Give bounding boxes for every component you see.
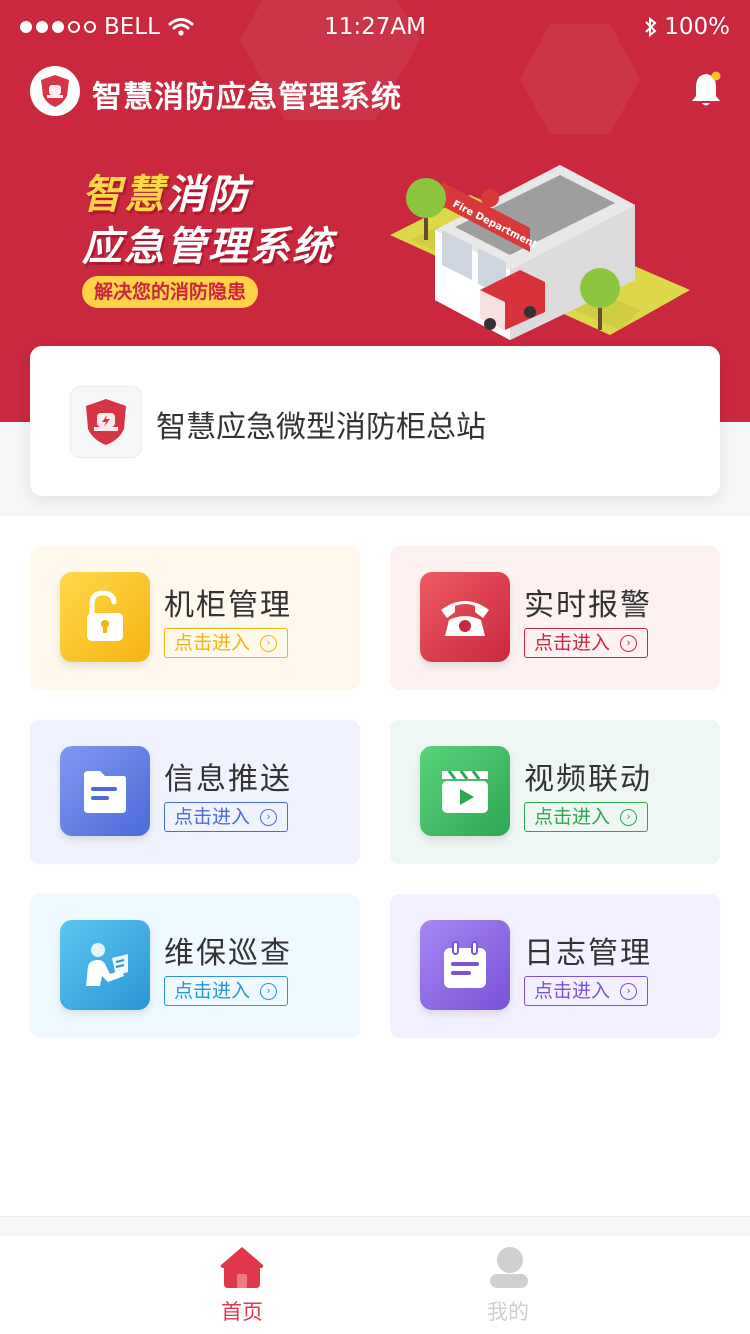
chevron-right-icon: › xyxy=(260,808,278,826)
tile-title: 机柜管理 xyxy=(164,588,292,623)
banner-title-highlight: 智慧 xyxy=(82,172,166,218)
station-card[interactable]: 智慧应急微型消防柜总站 xyxy=(30,346,720,496)
tile-realtime-alarm[interactable]: 实时报警 点击进入 › xyxy=(390,546,720,690)
enter-button-label: 点击进入 xyxy=(174,805,251,828)
chevron-right-icon: › xyxy=(260,634,278,652)
station-icon-box xyxy=(70,386,142,458)
chevron-right-icon: › xyxy=(620,634,638,652)
shield-icon xyxy=(86,399,126,445)
tile-title: 视频联动 xyxy=(524,762,652,797)
calendar-log-icon xyxy=(420,920,510,1010)
fire-station-illustration: Fire Department xyxy=(390,165,690,340)
enter-button[interactable]: 点击进入 › xyxy=(524,628,648,658)
bluetooth-icon xyxy=(645,16,657,38)
home-icon xyxy=(220,1247,264,1288)
tile-cabinet-management[interactable]: 机柜管理 点击进入 › xyxy=(30,546,360,690)
tile-info-push[interactable]: 信息推送 点击进入 › xyxy=(30,720,360,864)
station-name: 智慧应急微型消防柜总站 xyxy=(156,410,486,445)
tile-title: 维保巡查 xyxy=(164,936,292,971)
bottom-tab-bar: 首页 我的 xyxy=(0,1236,750,1334)
tile-title: 日志管理 xyxy=(524,936,652,971)
banner-title-line2: 应急管理系统 xyxy=(82,224,334,270)
inspector-icon xyxy=(60,920,150,1010)
banner-title-rest: 消防 xyxy=(166,172,250,218)
enter-button[interactable]: 点击进入 › xyxy=(164,976,288,1006)
video-play-icon xyxy=(420,746,510,836)
tab-home[interactable]: 首页 xyxy=(182,1244,302,1326)
tab-home-label: 首页 xyxy=(221,1300,263,1324)
document-icon xyxy=(60,746,150,836)
banner-slogan-pill: 解决您的消防隐患 xyxy=(82,276,259,308)
telephone-icon xyxy=(420,572,510,662)
enter-button-label: 点击进入 xyxy=(534,805,611,828)
enter-button-label: 点击进入 xyxy=(174,979,251,1002)
unlock-icon xyxy=(60,572,150,662)
enter-button-label: 点击进入 xyxy=(534,631,611,654)
tile-title: 实时报警 xyxy=(524,588,652,623)
bell-icon[interactable] xyxy=(688,70,724,110)
enter-button[interactable]: 点击进入 › xyxy=(164,802,288,832)
enter-button[interactable]: 点击进入 › xyxy=(164,628,288,658)
chevron-right-icon: › xyxy=(620,808,638,826)
tabbar-divider xyxy=(0,1216,750,1237)
tab-profile-label: 我的 xyxy=(487,1300,529,1324)
clock: 11:27AM xyxy=(324,14,426,40)
chevron-right-icon: › xyxy=(260,982,278,1000)
chevron-right-icon: › xyxy=(620,982,638,1000)
banner-title-line1: 智慧消防 xyxy=(82,162,250,220)
status-bar: BELL 11:27AM 100% xyxy=(0,0,750,56)
tile-maintenance-patrol[interactable]: 维保巡查 点击进入 › xyxy=(30,894,360,1038)
tile-log-management[interactable]: 日志管理 点击进入 › xyxy=(390,894,720,1038)
tile-video-linkage[interactable]: 视频联动 点击进入 › xyxy=(390,720,720,864)
app-logo xyxy=(30,66,80,116)
app-title: 智慧消防应急管理系统 xyxy=(92,80,402,115)
enter-button-label: 点击进入 xyxy=(174,631,251,654)
enter-button[interactable]: 点击进入 › xyxy=(524,976,648,1006)
enter-button-label: 点击进入 xyxy=(534,979,611,1002)
shield-icon xyxy=(41,75,69,107)
enter-button[interactable]: 点击进入 › xyxy=(524,802,648,832)
title-bar: 智慧消防应急管理系统 xyxy=(0,62,750,122)
user-icon xyxy=(490,1247,528,1288)
battery-label: 100% xyxy=(664,14,730,40)
tile-title: 信息推送 xyxy=(164,762,292,797)
tab-profile[interactable]: 我的 xyxy=(448,1244,568,1326)
